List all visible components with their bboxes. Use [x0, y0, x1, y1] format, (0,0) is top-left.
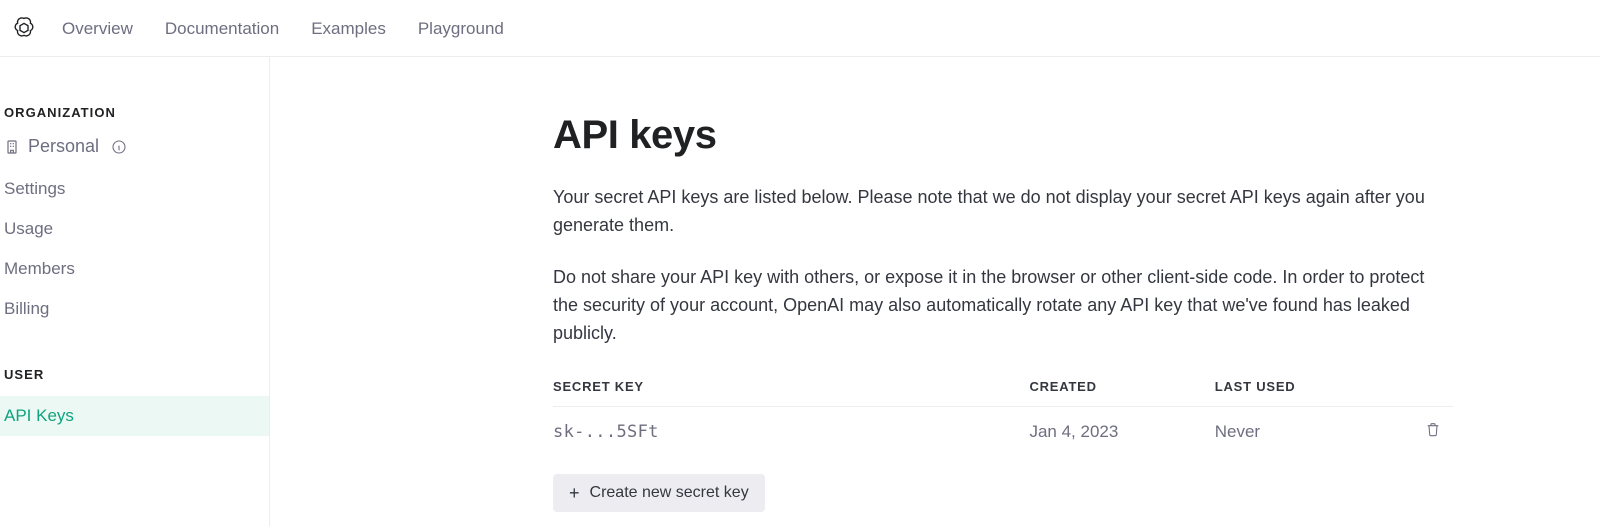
page-title: API keys [553, 113, 1453, 158]
nav-overview[interactable]: Overview [46, 0, 149, 57]
cell-secret-key: sk-...5SFt [553, 407, 1029, 457]
sidebar-link-api-keys[interactable]: API Keys [0, 396, 269, 436]
info-icon [111, 139, 127, 155]
sidebar-heading-user: USER [0, 367, 269, 396]
nav-playground[interactable]: Playground [402, 0, 520, 57]
intro-paragraph-2: Do not share your API key with others, o… [553, 264, 1453, 348]
table-row: sk-...5SFt Jan 4, 2023 Never [553, 407, 1453, 457]
sidebar-org-name: Personal [28, 136, 99, 157]
create-secret-key-button[interactable]: + Create new secret key [553, 474, 765, 512]
sidebar-org-selector[interactable]: Personal [0, 134, 269, 169]
top-nav: Overview Documentation Examples Playgrou… [0, 0, 1600, 57]
api-keys-table: SECRET KEY CREATED LAST USED sk-...5SFt … [553, 371, 1453, 456]
intro-paragraph-1: Your secret API keys are listed below. P… [553, 184, 1453, 240]
trash-icon[interactable] [1425, 421, 1441, 437]
sidebar-link-billing[interactable]: Billing [0, 289, 269, 329]
create-button-label: Create new secret key [590, 484, 749, 502]
building-icon [4, 139, 20, 155]
table-header-last-used: LAST USED [1215, 371, 1400, 407]
sidebar: ORGANIZATION Personal Settings Usage Mem… [0, 57, 270, 526]
table-header-actions [1400, 371, 1453, 407]
cell-last-used: Never [1215, 407, 1400, 457]
main-content: API keys Your secret API keys are listed… [270, 57, 1600, 526]
table-header-created: CREATED [1029, 371, 1214, 407]
sidebar-heading-organization: ORGANIZATION [0, 105, 269, 134]
sidebar-link-settings[interactable]: Settings [0, 169, 269, 209]
cell-created: Jan 4, 2023 [1029, 407, 1214, 457]
plus-icon: + [569, 484, 580, 502]
nav-documentation[interactable]: Documentation [149, 0, 295, 57]
openai-logo-icon [12, 16, 36, 40]
table-header-secret: SECRET KEY [553, 371, 1029, 407]
sidebar-link-members[interactable]: Members [0, 249, 269, 289]
sidebar-link-usage[interactable]: Usage [0, 209, 269, 249]
nav-examples[interactable]: Examples [295, 0, 402, 57]
